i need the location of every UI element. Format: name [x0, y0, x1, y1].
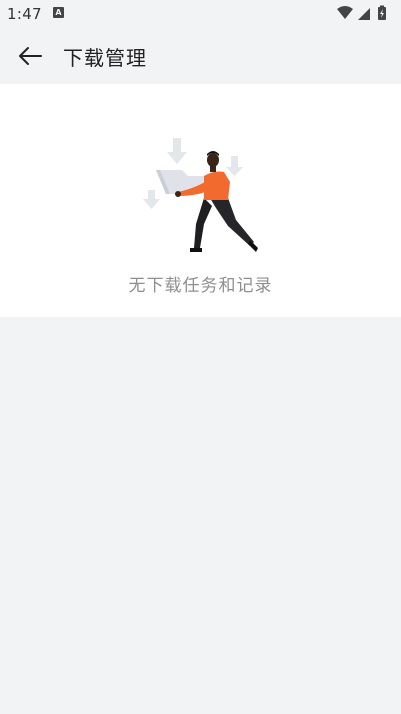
notification-badge-icon: A: [53, 7, 64, 18]
status-bar: 1:47 A: [0, 0, 401, 28]
cellular-signal-icon: [358, 8, 370, 20]
download-arrow-icon: [143, 190, 160, 209]
back-button[interactable]: [10, 36, 50, 76]
status-time: 1:47: [7, 5, 42, 23]
download-arrow-icon: [226, 156, 243, 176]
page-title: 下载管理: [63, 46, 147, 70]
empty-state-panel: 无下载任务和记录: [0, 84, 401, 317]
download-arrow-icon: [167, 138, 187, 164]
person-figure: [175, 151, 258, 252]
wifi-icon: [337, 6, 353, 19]
empty-state-message: 无下载任务和记录: [128, 276, 273, 296]
battery-charging-icon: [378, 5, 386, 20]
app-bar: 下载管理: [0, 28, 401, 83]
empty-download-illustration: [143, 138, 258, 252]
arrow-left-icon: [19, 47, 42, 65]
status-icons: [337, 5, 386, 20]
